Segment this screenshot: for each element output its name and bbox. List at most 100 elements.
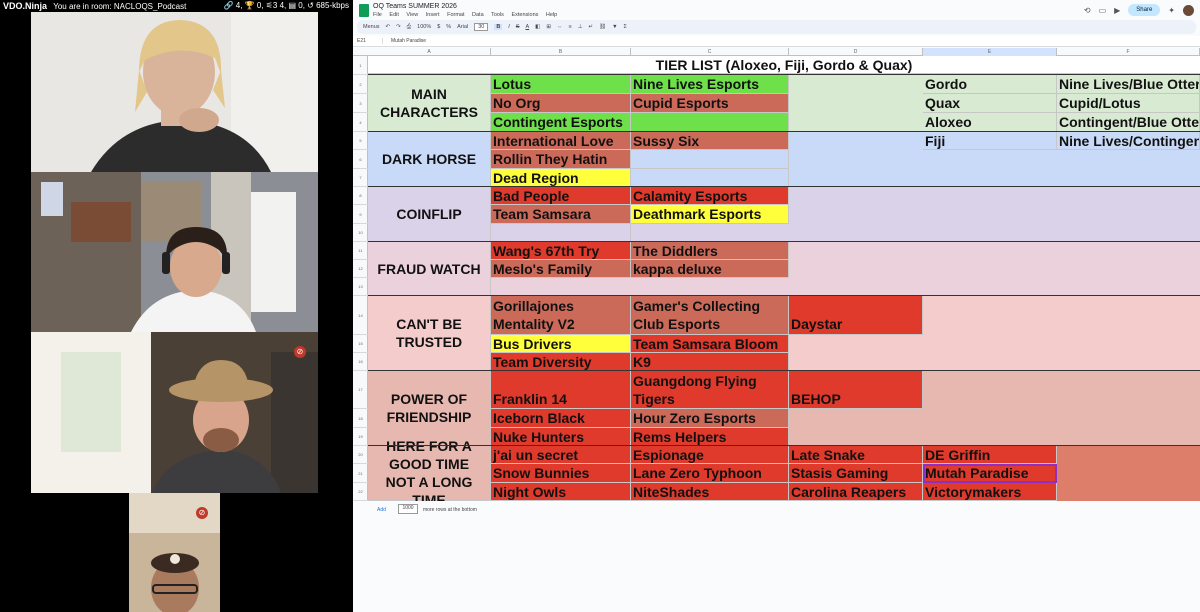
menu-view[interactable]: View (406, 12, 418, 18)
row-header-2[interactable]: 2 (353, 75, 368, 94)
percent-icon[interactable]: % (446, 24, 451, 30)
tier-main-characters-label[interactable]: MAIN CHARACTERS (368, 75, 491, 132)
cell-c22[interactable]: NiteShades (631, 483, 789, 501)
row-header-12[interactable]: 12 (353, 260, 368, 278)
bold-button[interactable]: B (494, 24, 503, 30)
cell-b20[interactable]: j'ai un secret (491, 446, 631, 464)
video-tile-3[interactable]: ⊘ (31, 332, 318, 493)
row-header-10[interactable]: 10 (353, 224, 368, 242)
cell-c7[interactable] (631, 169, 789, 187)
cell-f5[interactable]: Nine Lives/Contingent (1057, 132, 1200, 150)
cell-c8[interactable]: Calamity Esports (631, 187, 789, 205)
cell-d14[interactable]: Daystar (789, 296, 923, 335)
cell-b11[interactable]: Wang's 67th Try (491, 242, 631, 260)
cell-b16[interactable]: Team Diversity (491, 353, 631, 371)
gemini-icon[interactable]: ✦ (1168, 6, 1175, 15)
document-title[interactable]: OQ Teams SUMMER 2026 (373, 3, 457, 10)
cell-c4[interactable] (631, 113, 789, 132)
cell-b5[interactable]: International Love (491, 132, 631, 150)
rows-count-input[interactable]: 1000 (398, 504, 418, 514)
cell-b6[interactable]: Rollin They Hatin (491, 150, 631, 169)
row-header-8[interactable]: 8 (353, 187, 368, 205)
borders-icon[interactable]: ⊞ (546, 24, 551, 30)
cell-e22[interactable]: Victorymakers (923, 483, 1057, 501)
cell-c5[interactable]: Sussy Six (631, 132, 789, 150)
row-header-16[interactable]: 16 (353, 353, 368, 371)
cell-reference[interactable]: E21 (353, 38, 383, 44)
wrap-icon[interactable]: ↵ (589, 24, 594, 30)
menu-tools[interactable]: Tools (491, 12, 504, 18)
cell-d20[interactable]: Late Snake (789, 446, 923, 464)
print-icon[interactable]: ⎙ (407, 24, 411, 31)
redo-icon[interactable]: ↷ (396, 24, 401, 30)
menu-insert[interactable]: Insert (426, 12, 440, 18)
cell-c20[interactable]: Espionage (631, 446, 789, 464)
tier-dark-horse-label[interactable]: DARK HORSE (368, 132, 491, 187)
tier-power-of-friendship-label[interactable]: POWER OF FRIENDSHIP (368, 371, 491, 446)
link-icon[interactable]: ⛓ (599, 24, 606, 30)
tier-coinflip-label[interactable]: COINFLIP (368, 187, 491, 242)
column-header-d[interactable]: D (789, 48, 923, 56)
row-header-13[interactable]: 13 (353, 278, 368, 296)
formula-input[interactable]: Mutah Paradise (383, 38, 426, 44)
video-tile-1[interactable] (31, 12, 318, 172)
row-header-1[interactable]: 1 (353, 56, 368, 75)
cell-b14[interactable]: Gorillajones Mentality V2 (491, 296, 631, 335)
avatar[interactable] (1183, 4, 1194, 16)
fill-color-icon[interactable]: ◧ (535, 24, 540, 30)
undo-icon[interactable]: ↶ (386, 24, 391, 30)
cell-c15[interactable]: Team Samsara Bloom (631, 335, 789, 353)
cell-b22[interactable]: Night Owls (491, 483, 631, 501)
row-header-20[interactable]: 20 (353, 446, 368, 464)
row-header-19[interactable]: 19 (353, 428, 368, 446)
row-header-18[interactable]: 18 (353, 409, 368, 428)
font-select[interactable]: Arial (457, 24, 468, 30)
row-header-21[interactable]: 21 (353, 464, 368, 483)
cell-c12[interactable]: kappa deluxe (631, 260, 789, 278)
menu-file[interactable]: File (373, 12, 382, 18)
zoom-select[interactable]: 100% (417, 24, 431, 30)
column-header-a[interactable]: A (368, 48, 491, 56)
cell-c21[interactable]: Lane Zero Typhoon (631, 464, 789, 483)
menu-format[interactable]: Format (447, 12, 464, 18)
cell-c6[interactable] (631, 150, 789, 169)
cell-f4[interactable]: Contingent/Blue Otter (1057, 113, 1200, 132)
cell-e4[interactable]: Aloxeo (923, 113, 1057, 132)
meet-icon[interactable]: ▶ (1114, 6, 1120, 15)
row-header-15[interactable]: 15 (353, 335, 368, 353)
cell-b8[interactable]: Bad People (491, 187, 631, 205)
row-header-9[interactable]: 9 (353, 205, 368, 224)
row-header-5[interactable]: 5 (353, 132, 368, 150)
cell-b3[interactable]: No Org (491, 94, 631, 113)
cell-c14[interactable]: Gamer's Collecting Club Esports (631, 296, 789, 335)
cell-b12[interactable]: Meslo's Family (491, 260, 631, 278)
cell-b10[interactable] (491, 224, 631, 242)
cell-b4[interactable]: Contingent Esports (491, 113, 631, 132)
italic-button[interactable]: I (508, 24, 510, 30)
share-button[interactable]: Share (1128, 4, 1161, 16)
history-icon[interactable]: ⟲ (1084, 6, 1091, 15)
row-header-4[interactable]: 4 (353, 113, 368, 132)
cell-c11[interactable]: The Diddlers (631, 242, 789, 260)
functions-icon[interactable]: Σ (624, 24, 627, 30)
cell-f3[interactable]: Cupid/Lotus (1057, 94, 1200, 113)
align-icon[interactable]: ≡ (568, 24, 571, 30)
row-header-14[interactable]: 14 (353, 296, 368, 335)
filter-icon[interactable]: ▼ (612, 24, 617, 30)
cell-b18[interactable]: Iceborn Black (491, 409, 631, 428)
font-size-input[interactable]: 30 (474, 23, 489, 31)
menu-extensions[interactable]: Extensions (511, 12, 538, 18)
cell-d17[interactable]: BEHOP (789, 371, 923, 409)
cell-c19[interactable]: Rems Helpers (631, 428, 789, 446)
cell-b15[interactable]: Bus Drivers (491, 335, 631, 353)
cell-e20[interactable]: DE Griffin (923, 446, 1057, 464)
valign-icon[interactable]: ⊥ (578, 24, 583, 30)
cell-d21[interactable]: Stasis Gaming (789, 464, 923, 483)
column-header-b[interactable]: B (491, 48, 631, 56)
cell-b19[interactable]: Nuke Hunters (491, 428, 631, 446)
cell-e5[interactable]: Fiji (923, 132, 1057, 150)
cell-e2[interactable]: Gordo (923, 75, 1057, 94)
column-header-e[interactable]: E (923, 48, 1057, 56)
search-menus[interactable]: Menus (363, 24, 380, 30)
cell-c3[interactable]: Cupid Esports (631, 94, 789, 113)
